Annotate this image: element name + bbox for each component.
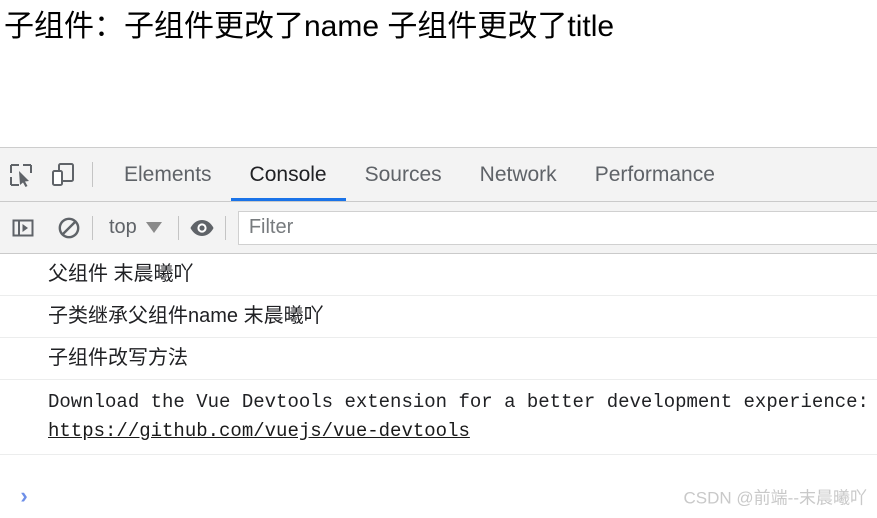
page-title: 子组件：子组件更改了name 子组件更改了title: [4, 10, 615, 43]
console-log-row[interactable]: 子类继承父组件name 末晨曦吖: [0, 296, 877, 338]
tab-performance-label: Performance: [594, 162, 715, 186]
console-log-row[interactable]: 父组件 末晨曦吖: [0, 254, 877, 296]
tab-sources-label: Sources: [364, 162, 442, 186]
execution-context-selector[interactable]: top: [93, 216, 178, 239]
vue-devtools-message-row[interactable]: Download the Vue Devtools extension for …: [0, 380, 877, 455]
console-log-row[interactable]: 子组件改写方法: [0, 338, 877, 380]
tab-elements-label: Elements: [124, 162, 212, 186]
console-message-list: 父组件 末晨曦吖 子类继承父组件name 末晨曦吖 子组件改写方法 Downlo…: [0, 254, 877, 474]
console-prompt-row[interactable]: › CSDN @前端--末晨曦吖: [0, 474, 877, 518]
filter-divider-3: [224, 215, 226, 240]
chevron-down-icon: [145, 222, 162, 233]
console-filter-toolbar: top: [0, 202, 877, 254]
rendered-page-area: 子组件：子组件更改了name 子组件更改了title: [0, 0, 877, 147]
tab-elements[interactable]: Elements: [105, 148, 231, 201]
console-log-text: 子类继承父组件name 末晨曦吖: [48, 305, 324, 327]
console-log-text: 子组件改写方法: [48, 347, 188, 369]
tab-network-label: Network: [479, 162, 557, 186]
filter-input[interactable]: [237, 210, 877, 245]
tab-network[interactable]: Network: [461, 148, 576, 201]
devtools-tabbar: Elements Console Sources Network Perform…: [0, 148, 877, 202]
live-expression-eye-icon[interactable]: [179, 202, 225, 254]
console-log-text: 父组件 末晨曦吖: [48, 263, 194, 285]
devtools-panel: Elements Console Sources Network Perform…: [0, 147, 877, 518]
tab-sources[interactable]: Sources: [346, 148, 461, 201]
console-sidebar-icon[interactable]: [0, 202, 46, 254]
vue-devtools-link[interactable]: https://github.com/vuejs/vue-devtools: [48, 420, 470, 442]
inspect-element-icon[interactable]: [0, 148, 42, 201]
csdn-watermark: CSDN @前端--末晨曦吖: [683, 488, 867, 508]
toolbar-divider: [92, 162, 93, 187]
vue-devtools-message-text: Download the Vue Devtools extension for …: [48, 391, 869, 413]
execution-context-label: top: [109, 216, 137, 238]
tab-console[interactable]: Console: [230, 148, 346, 201]
prompt-chevron-icon: ›: [20, 483, 28, 508]
clear-console-icon[interactable]: [46, 202, 92, 254]
tab-console-label: Console: [249, 162, 327, 186]
devtools-tab-list: Elements Console Sources Network Perform…: [105, 148, 734, 201]
tab-performance[interactable]: Performance: [576, 148, 734, 201]
device-toolbar-icon[interactable]: [42, 148, 84, 201]
